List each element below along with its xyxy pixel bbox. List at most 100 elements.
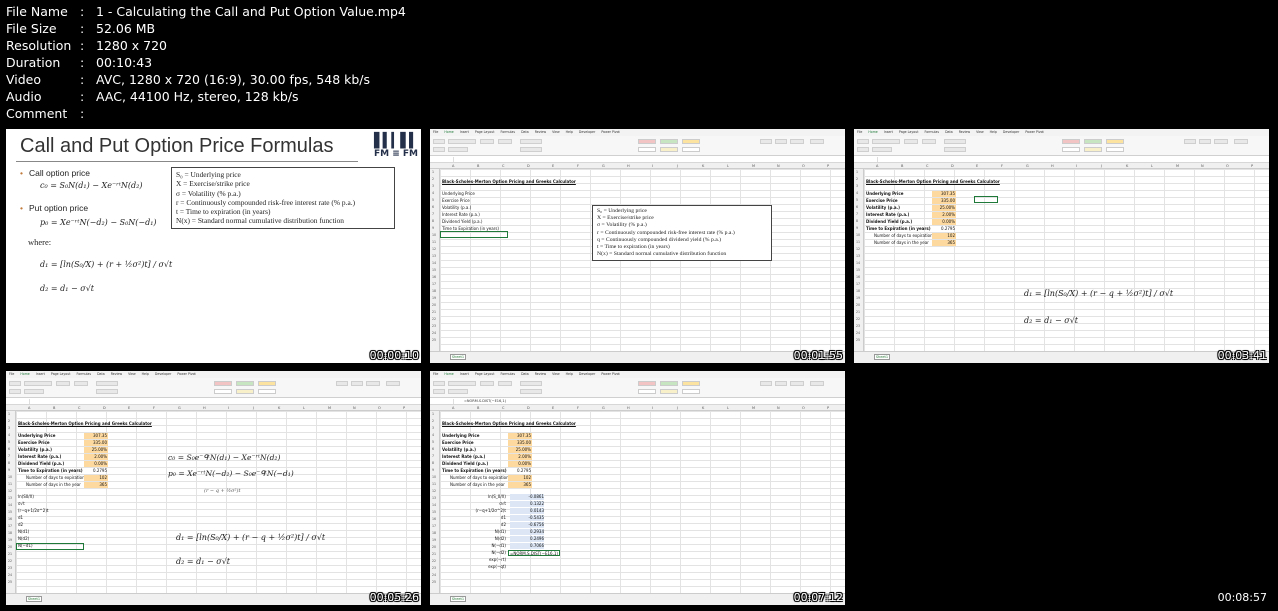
name-box[interactable] [8, 399, 30, 404]
ribbon-tab[interactable]: Insert [460, 372, 469, 376]
column-header[interactable]: K [702, 406, 704, 410]
column-header[interactable]: N [777, 406, 780, 410]
sheet-tab[interactable]: Sheet1 [26, 596, 42, 602]
sheet-tab[interactable]: Sheet1 [450, 354, 466, 360]
row-header[interactable]: 25 [856, 338, 860, 342]
input-value[interactable]: 307.35 [84, 433, 107, 439]
row-header[interactable]: 20 [8, 545, 12, 549]
calc-value[interactable]: 0.7066 [510, 543, 544, 549]
cell-style-swatch[interactable] [1106, 139, 1124, 144]
row-header[interactable]: 4 [432, 433, 434, 437]
ribbon-tab[interactable]: Review [959, 130, 970, 134]
column-header[interactable]: C [502, 406, 504, 410]
ribbon-tab[interactable]: Home [444, 372, 453, 376]
ribbon-button[interactable] [366, 381, 380, 386]
cell-style-swatch[interactable] [660, 139, 678, 144]
input-value[interactable]: 25.00% [508, 447, 531, 453]
ribbon-tab[interactable]: View [552, 372, 560, 376]
column-header[interactable]: B [53, 406, 55, 410]
row-header[interactable]: 8 [432, 461, 434, 465]
row-header[interactable]: 10 [8, 475, 12, 479]
input-value[interactable]: 25.00% [932, 205, 955, 211]
ribbon-tab[interactable]: Insert [884, 130, 893, 134]
ribbon-button[interactable] [857, 139, 869, 144]
ribbon-button[interactable] [857, 147, 869, 152]
row-header[interactable]: 24 [856, 331, 860, 335]
thumbnail-5[interactable]: File Home Insert Page Layout Formulas Data Rev… [430, 371, 845, 605]
column-header[interactable]: G [602, 406, 605, 410]
ribbon-button[interactable] [433, 381, 445, 386]
row-header[interactable]: 10 [856, 233, 860, 237]
input-value[interactable]: 2.00% [508, 454, 531, 460]
ribbon-button[interactable] [872, 139, 900, 144]
thumbnail-6[interactable]: 00:08:57 [854, 371, 1269, 605]
cell-style-swatch[interactable] [214, 389, 232, 394]
column-header[interactable]: N [1201, 164, 1204, 168]
column-header[interactable]: D [527, 406, 530, 410]
row-header[interactable]: 4 [856, 191, 858, 195]
input-value[interactable]: 25.00% [84, 447, 107, 453]
ribbon-button[interactable] [904, 139, 918, 144]
ribbon-button[interactable] [498, 139, 512, 144]
cell-style-swatch[interactable] [638, 381, 656, 386]
column-header[interactable]: H [627, 164, 630, 168]
input-value[interactable]: 102 [84, 475, 107, 481]
row-header[interactable]: 20 [432, 545, 436, 549]
ribbon-button[interactable] [336, 381, 348, 386]
ribbon-button[interactable] [498, 381, 512, 386]
row-header[interactable]: 21 [432, 310, 436, 314]
column-header[interactable]: P [1251, 164, 1253, 168]
ribbon-tab[interactable]: View [128, 372, 136, 376]
row-header[interactable]: 7 [432, 212, 434, 216]
column-header[interactable]: A [452, 406, 454, 410]
row-header[interactable]: 19 [432, 296, 436, 300]
row-header[interactable]: 21 [432, 552, 436, 556]
column-header[interactable]: O [802, 164, 805, 168]
row-header[interactable]: 1 [856, 170, 858, 174]
row-header[interactable]: 3 [432, 426, 434, 430]
row-header[interactable]: 1 [432, 412, 434, 416]
row-header[interactable]: 16 [432, 275, 436, 279]
row-header[interactable]: 2 [8, 419, 10, 423]
row-header[interactable]: 8 [432, 219, 434, 223]
column-header[interactable]: H [203, 406, 206, 410]
row-header[interactable]: 3 [8, 426, 10, 430]
column-header[interactable]: I [652, 164, 653, 168]
ribbon-button[interactable] [922, 139, 936, 144]
column-header[interactable]: I [228, 406, 229, 410]
row-header[interactable]: 16 [8, 517, 12, 521]
column-header[interactable]: O [802, 406, 805, 410]
column-header[interactable]: E [128, 406, 130, 410]
sheet-tab[interactable]: Sheet1 [874, 354, 890, 360]
row-header[interactable]: 18 [432, 531, 436, 535]
row-header[interactable]: 7 [856, 212, 858, 216]
calc-value[interactable]: 0.2496 [510, 536, 544, 542]
row-header[interactable]: 14 [432, 261, 436, 265]
row-header[interactable]: 17 [856, 282, 860, 286]
row-header[interactable]: 4 [432, 191, 434, 195]
row-header[interactable]: 25 [432, 580, 436, 584]
ribbon-tab[interactable]: View [552, 130, 560, 134]
row-header[interactable]: 10 [432, 233, 436, 237]
row-header[interactable]: 19 [8, 538, 12, 542]
column-header[interactable]: C [78, 406, 80, 410]
row-header[interactable]: 12 [432, 247, 436, 251]
row-header[interactable]: 22 [856, 317, 860, 321]
cell-style-swatch[interactable] [660, 381, 678, 386]
column-header[interactable]: P [403, 406, 405, 410]
ribbon-button[interactable] [9, 389, 21, 394]
ribbon-tab[interactable]: Page Layout [475, 372, 495, 376]
ribbon-button[interactable] [1214, 139, 1228, 144]
cell-style-swatch[interactable] [1062, 147, 1080, 152]
calc-value[interactable]: -0.6756 [510, 522, 544, 528]
ribbon-tab[interactable]: File [9, 372, 14, 376]
input-value[interactable]: 0.2795 [932, 226, 955, 232]
row-header[interactable]: 18 [856, 289, 860, 293]
name-box[interactable] [856, 157, 878, 162]
ribbon-tab[interactable]: Help [566, 130, 573, 134]
column-header[interactable]: K [1126, 164, 1128, 168]
selected-cell[interactable] [16, 543, 84, 550]
cell-style-swatch[interactable] [660, 389, 678, 394]
input-value[interactable]: 0.2795 [84, 468, 107, 474]
ribbon-tab[interactable]: File [433, 372, 438, 376]
